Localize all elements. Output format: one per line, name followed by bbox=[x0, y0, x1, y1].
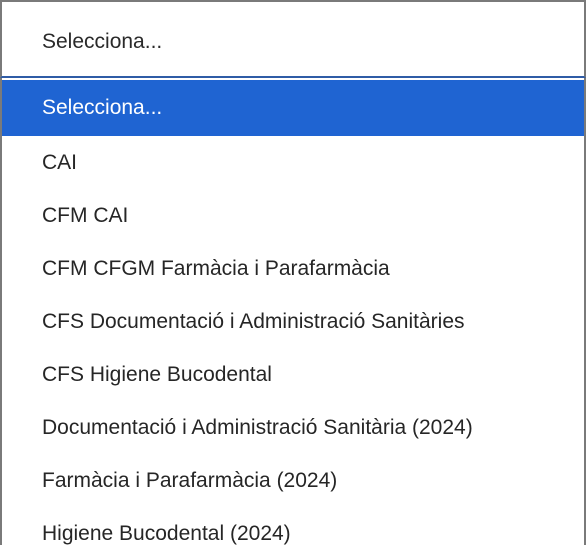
select-dropdown-screen: Selecciona... Selecciona... CAI CFM CAI … bbox=[0, 0, 586, 545]
option-selecciona[interactable]: Selecciona... bbox=[2, 80, 584, 136]
option-higiene-bucodental-2024[interactable]: Higiene Bucodental (2024) bbox=[2, 507, 584, 545]
option-farmacia-parafarmacia-2024[interactable]: Farmàcia i Parafarmàcia (2024) bbox=[2, 454, 584, 507]
option-cfs-higiene-bucodental[interactable]: CFS Higiene Bucodental bbox=[2, 348, 584, 401]
dropdown-options-panel: Selecciona... CAI CFM CAI CFM CFGM Farmà… bbox=[0, 78, 586, 545]
option-cai[interactable]: CAI bbox=[2, 136, 584, 189]
option-cfm-cai[interactable]: CFM CAI bbox=[2, 189, 584, 242]
select-field[interactable]: Selecciona... bbox=[0, 0, 586, 78]
option-cfs-documentacio-administracio-sanitaries[interactable]: CFS Documentació i Administració Sanitàr… bbox=[2, 295, 584, 348]
option-documentacio-administracio-sanitaria-2024[interactable]: Documentació i Administració Sanitària (… bbox=[2, 401, 584, 454]
option-cfm-cfgm-farmacia-parafarmacia[interactable]: CFM CFGM Farmàcia i Parafarmàcia bbox=[2, 242, 584, 295]
select-current-value: Selecciona... bbox=[42, 30, 163, 53]
